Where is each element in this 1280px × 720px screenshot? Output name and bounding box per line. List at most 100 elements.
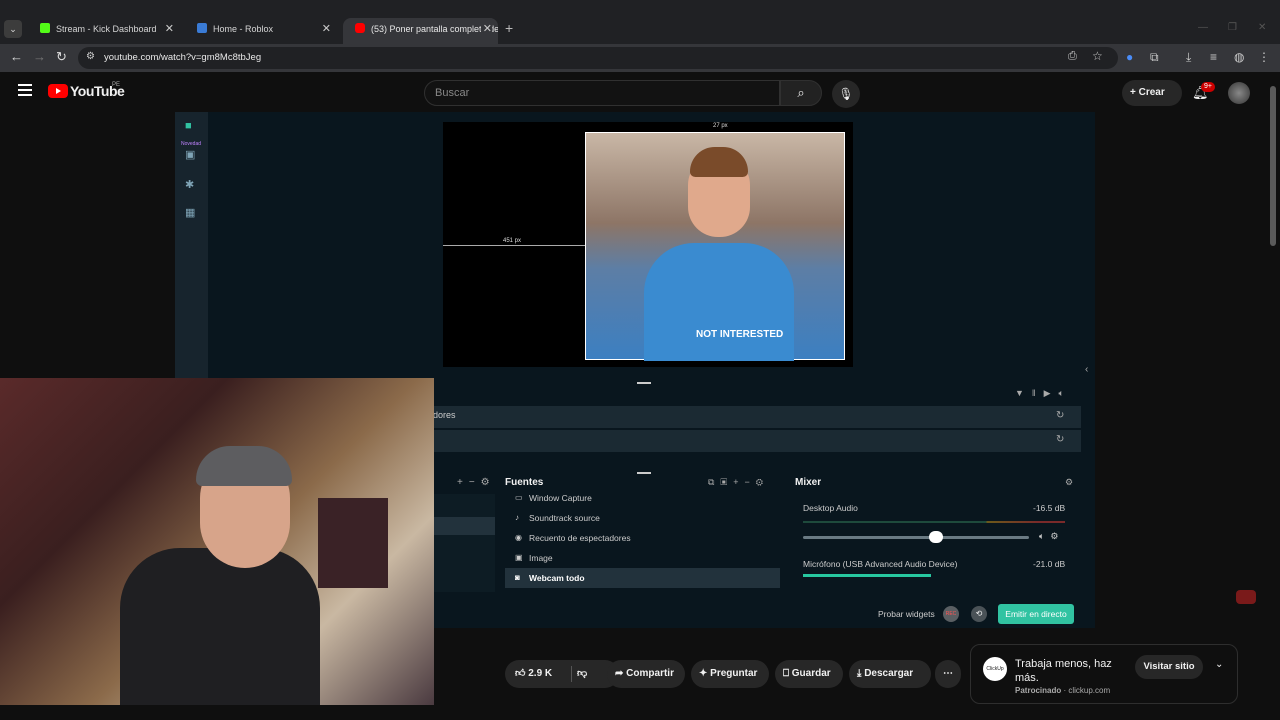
search-input[interactable]: Buscar <box>424 80 780 106</box>
youtube-icon <box>355 23 365 33</box>
source-item[interactable]: ▭ Window Capture <box>505 488 780 508</box>
source-label: Webcam todo <box>529 573 585 583</box>
like-button[interactable]: 👍︎ 2.9 K 👎︎ <box>505 660 619 688</box>
volume-slider-knob[interactable] <box>929 531 943 543</box>
page-scrollbar[interactable] <box>1270 86 1276 246</box>
share-button[interactable]: ➦ Compartir <box>607 660 685 688</box>
person-body <box>120 548 320 705</box>
volume-slider[interactable] <box>803 536 1029 539</box>
visit-site-button[interactable]: Visitar sitio <box>1135 655 1203 679</box>
person-beanie <box>196 446 292 486</box>
drag-handle[interactable] <box>637 382 651 384</box>
clickup-logo: ClickUp <box>983 657 1007 681</box>
image-icon: ▣ <box>515 553 523 562</box>
scene-row[interactable] <box>433 430 1081 452</box>
microphone-icon[interactable]: 🎙 <box>832 80 860 108</box>
forward-icon[interactable]: → <box>33 49 46 64</box>
browser-tab-bar: ⌄ Stream - Kick Dashboard ✕ Home - Roblo… <box>0 0 1280 44</box>
close-icon[interactable]: ✕ <box>165 18 174 40</box>
download-button[interactable]: ⤓ Descargar <box>849 660 931 688</box>
browser-menu-icon[interactable]: ⋮ <box>1258 50 1270 64</box>
save-button[interactable]: ⎕ Guardar <box>775 660 843 688</box>
channel-watermark-icon[interactable] <box>1236 590 1256 604</box>
roblox-icon <box>197 23 207 33</box>
scenes-list <box>433 494 495 592</box>
ad-card[interactable]: ClickUp Trabaja menos, haz más. Patrocin… <box>970 644 1238 704</box>
scene-row[interactable]: dores <box>433 406 1081 428</box>
more-actions-icon[interactable]: ⋯ <box>935 660 961 688</box>
youtube-logo-icon[interactable] <box>48 84 68 98</box>
source-label: Soundtrack source <box>529 513 600 523</box>
ad-sponsored: Patrocinado · clickup.com <box>1015 686 1111 695</box>
back-icon[interactable]: ← <box>10 49 23 64</box>
layouts-icon[interactable]: ▣ <box>185 148 195 161</box>
thumbs-down-icon[interactable]: 👎︎ <box>577 660 587 688</box>
refresh-icon[interactable]: ↻ <box>1056 410 1064 421</box>
record-button[interactable]: REC <box>943 606 959 622</box>
media-control-icon[interactable]: ≡ <box>1210 50 1217 64</box>
source-item[interactable]: ♪ Soundtrack source <box>505 508 780 528</box>
source-item[interactable]: ▣ Image <box>505 548 780 568</box>
bookmark-star-icon[interactable]: ☆ <box>1092 49 1103 63</box>
test-widgets-button[interactable]: Probar widgets <box>878 609 935 619</box>
create-button[interactable]: + Crear <box>1122 80 1182 106</box>
volume-meter <box>803 521 1065 523</box>
playback-controls-icons[interactable]: ▼ǁ▶🔈︎ <box>1015 388 1072 399</box>
source-item[interactable]: ◉ Recuento de espectadores <box>505 528 780 548</box>
close-window-icon[interactable]: ✕ <box>1258 22 1266 33</box>
replay-icon[interactable]: ⟲ <box>971 606 987 622</box>
download-icon[interactable]: ⤓ <box>1186 50 1191 65</box>
mixer-title: Mixer <box>795 477 822 488</box>
webcam-source[interactable]: NOT INTERESTED <box>585 132 845 361</box>
sources-title: Fuentes <box>505 477 544 488</box>
go-live-button[interactable]: Emitir en directo <box>998 604 1074 624</box>
tab-youtube-video[interactable]: (53) Poner pantalla completa de ✕ <box>343 18 498 44</box>
maximize-icon[interactable]: ❐ <box>1228 22 1237 33</box>
extensions-puzzle-icon[interactable]: ⧉ <box>1150 50 1159 65</box>
site-info-icon[interactable]: ⚙ <box>86 51 95 62</box>
drag-handle[interactable] <box>637 472 651 474</box>
scene-selected[interactable] <box>433 517 495 535</box>
like-count: 2.9 K <box>528 668 553 679</box>
close-icon[interactable]: ✕ <box>322 18 331 40</box>
tab-roblox[interactable]: Home - Roblox ✕ <box>185 18 337 44</box>
new-tab-button[interactable]: + <box>505 20 513 36</box>
eye-icon: ◉ <box>515 533 522 542</box>
camera-icon: ◙ <box>515 573 520 582</box>
search-placeholder: Buscar <box>435 87 470 99</box>
menu-icon[interactable] <box>18 84 32 96</box>
obs-sidebar: ■ Novedad ▣ ✱ ▦ <box>175 112 208 382</box>
collapse-chevron-icon[interactable]: ‹ <box>1085 364 1088 375</box>
minimize-icon[interactable]: — <box>1198 22 1208 33</box>
chevron-down-icon[interactable]: ⌄ <box>1215 659 1223 670</box>
editor-icon[interactable]: ■ <box>185 120 192 132</box>
ask-label: Preguntar <box>710 668 758 679</box>
guide-line <box>443 245 585 246</box>
scene-row-label: dores <box>433 410 456 420</box>
store-icon[interactable]: ▦ <box>185 206 195 219</box>
url-bar[interactable]: ⚙ youtube.com/watch?v=gm8Mc8tbJeg ⎙ ☆ <box>78 47 1118 69</box>
mute-settings-icons[interactable]: 🔈︎⚙ <box>1039 531 1064 542</box>
search-icon[interactable]: ⌕ <box>780 80 822 106</box>
sources-controls-icons[interactable]: ⧉▣+−⚙ <box>708 477 769 488</box>
mixer-settings-icon[interactable]: ⚙ <box>1065 477 1073 488</box>
source-item-selected[interactable]: ◙ Webcam todo <box>505 568 780 588</box>
music-icon: ♪ <box>515 513 519 522</box>
reload-icon[interactable]: ↻ <box>56 49 67 65</box>
close-icon[interactable]: ✕ <box>480 18 492 40</box>
refresh-icon[interactable]: ↻ <box>1056 434 1064 445</box>
avatar[interactable] <box>1228 82 1250 104</box>
scene-controls-icons[interactable]: +−⚙ <box>457 477 496 488</box>
tab-kick-dashboard[interactable]: Stream - Kick Dashboard ✕ <box>28 18 180 44</box>
install-app-icon[interactable]: ⎙ <box>1068 50 1077 63</box>
tab-search-chevron-icon[interactable]: ⌄ <box>4 20 22 38</box>
volume-meter <box>803 574 931 577</box>
profile-icon[interactable]: ◍ <box>1234 50 1244 64</box>
ad-title: Trabaja menos, haz más. <box>1015 658 1112 684</box>
extension-icon[interactable]: ● <box>1126 50 1133 64</box>
tab-title: Stream - Kick Dashboard <box>56 24 157 34</box>
source-label: Window Capture <box>529 493 592 503</box>
tools-icon[interactable]: ✱ <box>185 178 194 191</box>
guide-top-label: 27 px <box>713 123 728 129</box>
ask-button[interactable]: ✦ Preguntar <box>691 660 769 688</box>
